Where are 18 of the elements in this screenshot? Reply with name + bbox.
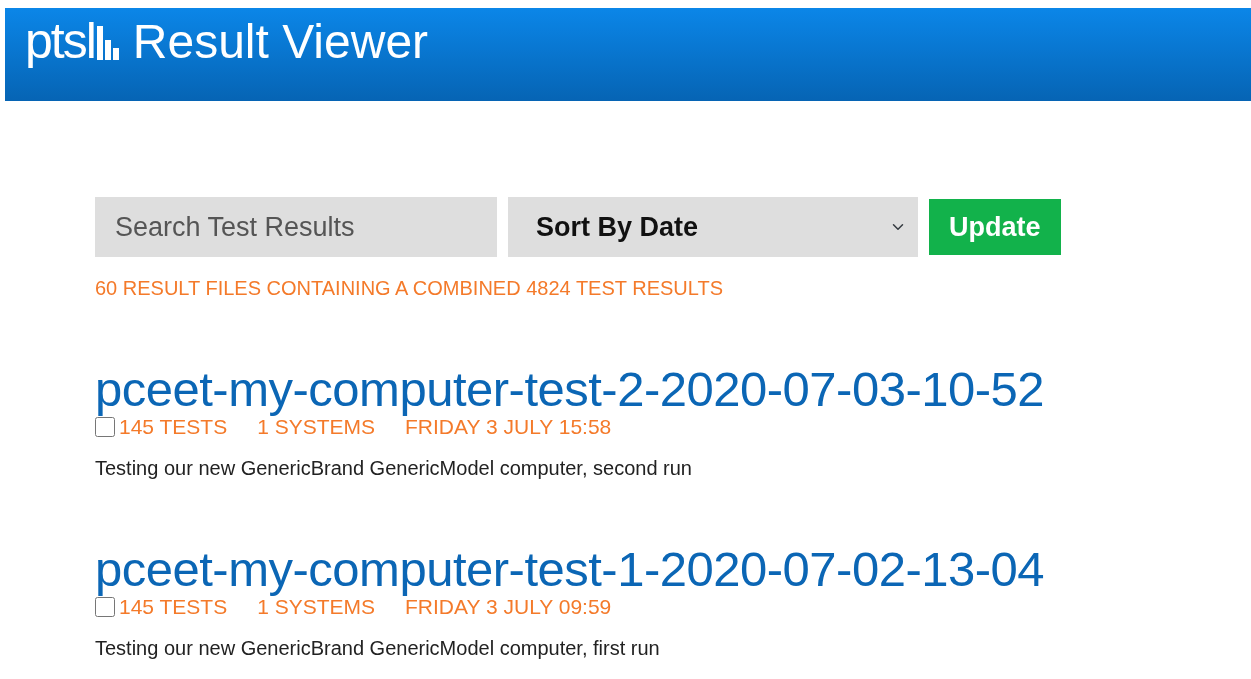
result-date: FRIDAY 3 JULY 15:58 [405,415,612,440]
page-title: Result Viewer [132,16,429,69]
result-description: Testing our new GenericBrand GenericModel computer, second run [95,456,693,482]
results-summary: 60 RESULT FILES CONTAINING A COMBINED 4824 TEST RESULTS [95,276,724,301]
result-date: FRIDAY 3 JULY 09:59 [405,595,612,620]
result-title-link[interactable]: pceet-my-computer-test-2-2020-07-03-10-52 [95,362,1045,416]
result-description: Testing our new GenericBrand GenericModel computer, first run [95,636,661,662]
result-title-link[interactable]: pceet-my-computer-test-1-2020-07-02-13-04 [95,542,1045,597]
bar-chart-icon [96,26,119,60]
system-count: 1 SYSTEMS [257,595,376,620]
result-checkbox[interactable] [95,596,115,617]
logo: ptsl [25,16,95,66]
sort-dropdown[interactable]: Sort By Date [508,197,918,257]
test-count: 145 TESTS [119,415,228,440]
search-field[interactable]: Search Test Results [95,197,497,257]
system-count: 1 SYSTEMS [257,415,376,440]
result-checkbox[interactable] [95,416,115,437]
test-count: 145 TESTS [119,595,228,620]
